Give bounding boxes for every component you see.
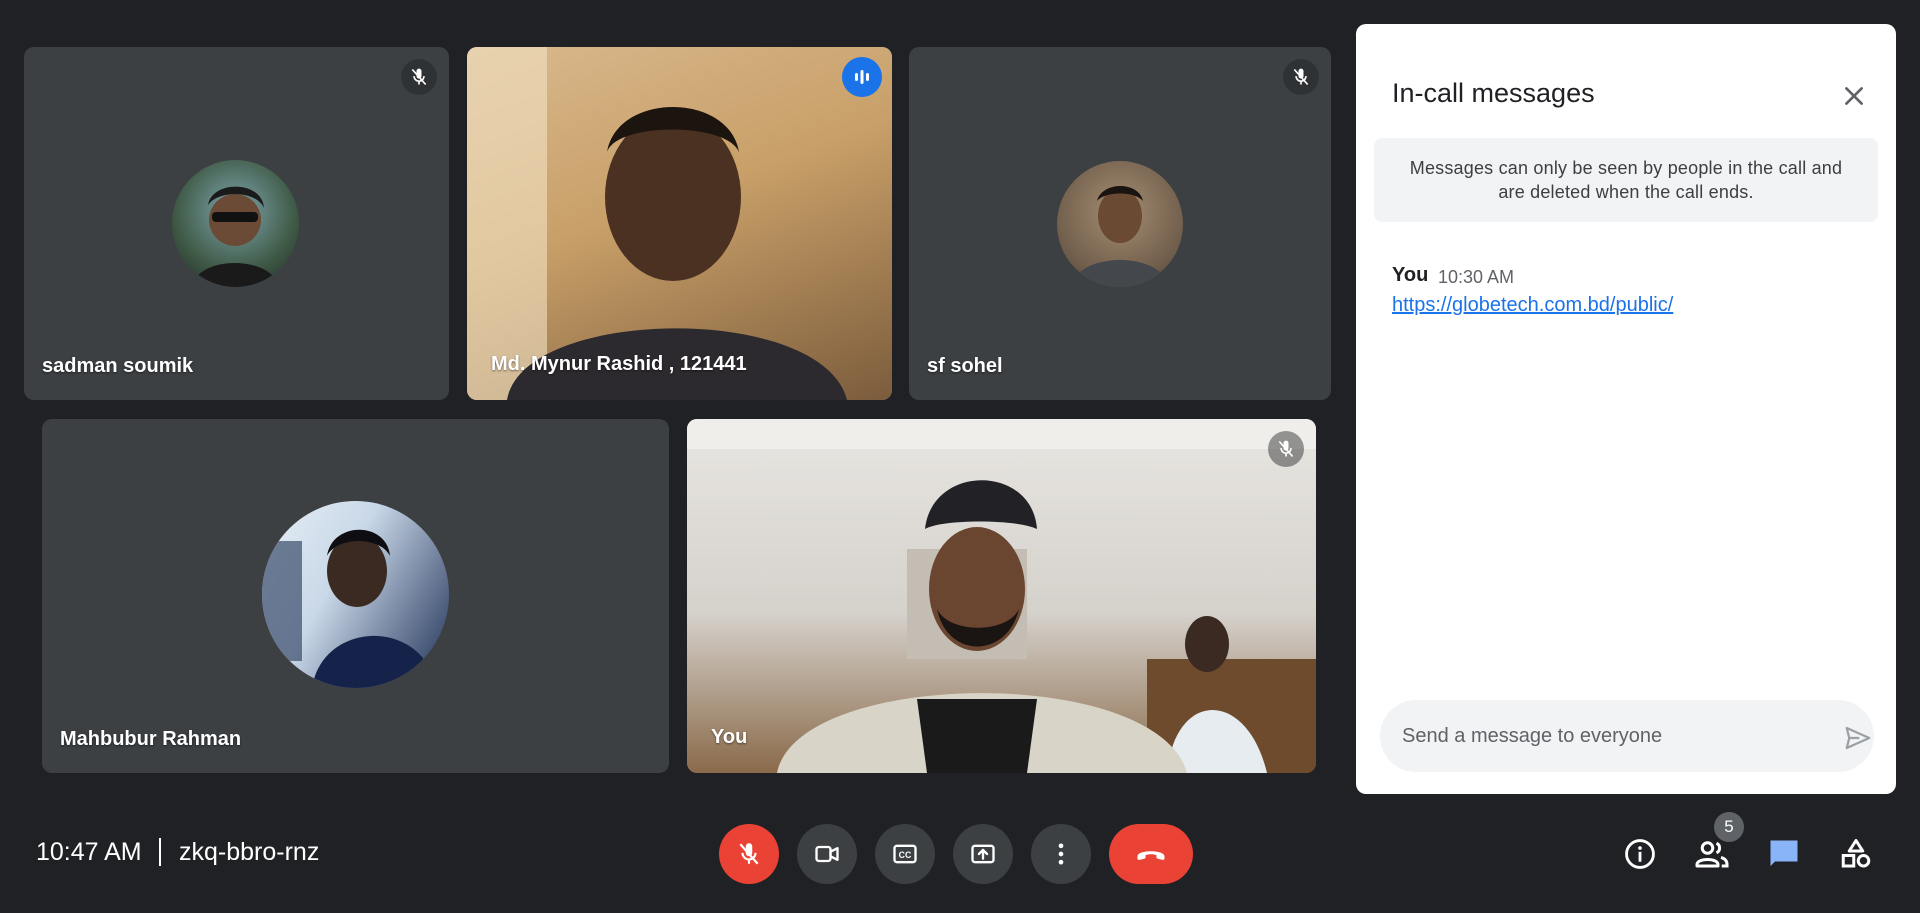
activities-button[interactable]	[1832, 830, 1880, 878]
participant-name: You	[711, 726, 748, 748]
chat-notice: Messages can only be seen by people in t…	[1374, 138, 1878, 222]
activities-icon	[1841, 839, 1871, 868]
message-sender: You	[1392, 264, 1429, 286]
avatar	[1057, 161, 1183, 287]
people-count-badge: 5	[1714, 812, 1744, 842]
more-vert-icon	[1058, 843, 1064, 865]
participant-name: sadman soumik	[42, 355, 194, 377]
camera-toggle-button[interactable]	[797, 824, 857, 884]
participant-video	[467, 47, 892, 400]
message-input[interactable]	[1380, 700, 1874, 772]
participant-tile-you[interactable]: You	[687, 419, 1316, 773]
chat-button[interactable]	[1760, 830, 1808, 878]
participant-name: Md. Mynur Rashid , 121441	[491, 353, 747, 375]
participant-tile-mahbubur-rahman[interactable]: Mahbubur Rahman	[42, 419, 669, 773]
send-icon[interactable]	[1842, 722, 1874, 754]
end-call-button[interactable]	[1109, 824, 1193, 884]
mic-off-icon	[401, 59, 437, 95]
mic-off-icon	[1283, 59, 1319, 95]
chat-icon	[1770, 840, 1798, 866]
end-call-icon	[1137, 851, 1165, 860]
participant-name: Mahbubur Rahman	[60, 728, 242, 750]
present-screen-button[interactable]	[953, 824, 1013, 884]
mic-off-icon	[1268, 431, 1304, 467]
chat-panel: In-call messages Messages can only be se…	[1356, 24, 1896, 794]
present-icon	[971, 844, 995, 864]
participant-name: sf sohel	[927, 355, 1003, 377]
info-icon	[1625, 839, 1655, 869]
meeting-code: zkq-bbro-rnz	[179, 838, 320, 866]
more-options-button[interactable]	[1031, 824, 1091, 884]
mic-off-icon	[739, 843, 759, 865]
svg-text:CC: CC	[899, 850, 912, 860]
captions-icon: CC	[893, 844, 917, 864]
participant-tile-sf-sohel[interactable]: sf sohel	[909, 47, 1331, 400]
speaking-indicator-icon	[842, 57, 882, 97]
participant-tile-sadman-soumik[interactable]: sadman soumik	[24, 47, 449, 400]
close-icon[interactable]	[1834, 76, 1874, 116]
message-link[interactable]: https://globetech.com.bd/public/	[1392, 294, 1673, 317]
camera-icon	[815, 845, 839, 863]
captions-button[interactable]: CC	[875, 824, 935, 884]
mic-toggle-button[interactable]	[719, 824, 779, 884]
participant-tile-mynur-rashid[interactable]: Md. Mynur Rashid , 121441	[467, 47, 892, 400]
self-video	[687, 419, 1316, 773]
clock: 10:47 AM	[36, 838, 142, 866]
avatar	[172, 160, 299, 287]
chat-panel-title: In-call messages	[1392, 78, 1595, 108]
divider	[159, 838, 161, 866]
message-time: 10:30 AM	[1438, 267, 1515, 287]
meeting-details-button[interactable]	[1616, 830, 1664, 878]
avatar	[262, 501, 449, 688]
